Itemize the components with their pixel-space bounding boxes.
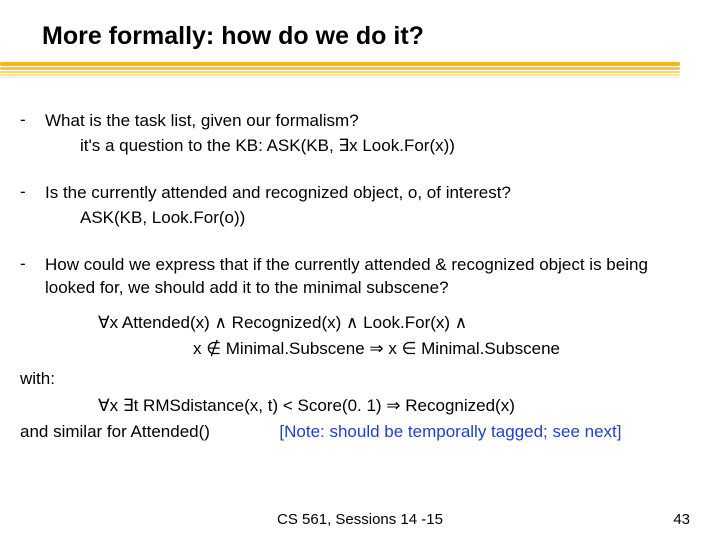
bullet-2: - Is the currently attended and recogniz…: [20, 182, 700, 230]
similar-text: and similar for Attended(): [20, 422, 210, 441]
with-formula: ∀x ∃t RMSdistance(x, t) < Score(0. 1) ⇒ …: [20, 393, 700, 419]
bullet-2-answer: ASK(KB, Look.For(o)): [20, 207, 700, 230]
with-label: with:: [20, 366, 700, 392]
title-underline: [0, 62, 680, 80]
bullet-2-question: Is the currently attended and recognized…: [45, 182, 700, 205]
bullet-1-answer: it's a question to the KB: ASK(KB, ∃x Lo…: [20, 135, 700, 158]
slide-title-block: More formally: how do we do it?: [42, 22, 424, 51]
bullet-3-question: How could we express that if the current…: [45, 254, 700, 300]
similar-line: and similar for Attended() [Note: should…: [20, 419, 700, 445]
bullet-dash: -: [20, 110, 45, 133]
main-formula: ∀x Attended(x) ∧ Recognized(x) ∧ Look.Fo…: [20, 310, 700, 363]
bullet-dash: -: [20, 254, 45, 300]
slide-footer: CS 561, Sessions 14 -15: [0, 511, 720, 528]
bullet-dash: -: [20, 182, 45, 205]
bullet-3: - How could we express that if the curre…: [20, 254, 700, 300]
formula-line-1: ∀x Attended(x) ∧ Recognized(x) ∧ Look.Fo…: [98, 310, 700, 336]
note-text: [Note: should be temporally tagged; see …: [279, 422, 621, 441]
page-number: 43: [673, 511, 690, 528]
formula-line-2: x ∉ Minimal.Subscene ⇒ x ∈ Minimal.Subsc…: [98, 336, 700, 362]
slide-body: - What is the task list, given our forma…: [20, 110, 700, 445]
bullet-1-question: What is the task list, given our formali…: [45, 110, 700, 133]
bullet-1: - What is the task list, given our forma…: [20, 110, 700, 158]
slide-title: More formally: how do we do it?: [42, 22, 424, 51]
